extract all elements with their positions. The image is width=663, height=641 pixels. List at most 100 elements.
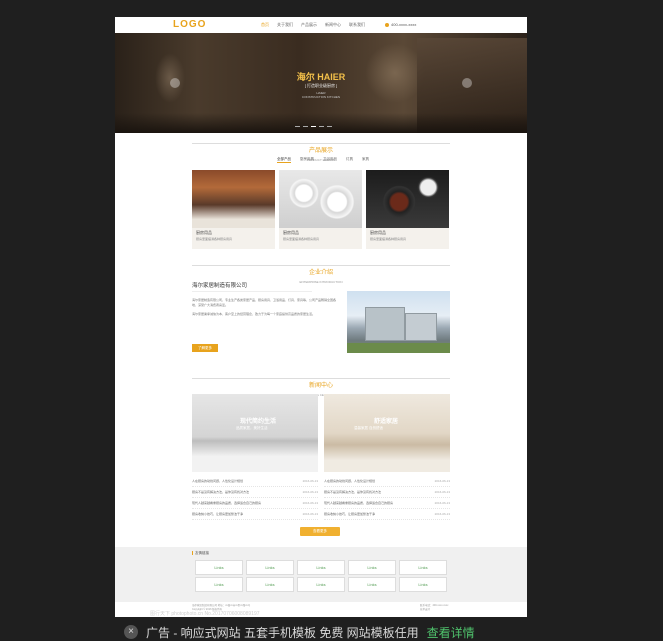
product-image <box>279 170 362 228</box>
news-item[interactable]: 人在厨房的动线问题，人性化设计规划 2016-06-13 <box>192 476 318 487</box>
friend-link[interactable]: Links <box>348 577 396 592</box>
about-title: 企业介绍 <box>304 267 337 276</box>
friend-link[interactable]: Links <box>195 577 243 592</box>
hero-dot[interactable] <box>319 126 324 127</box>
news-item-title[interactable]: 人在厨房的动线问题，人性化设计规划 <box>192 476 243 486</box>
hero-pagination <box>295 126 332 127</box>
divider <box>192 378 450 379</box>
news-list-right: 人在厨房的动线问题，人性化设计规划 2016-06-13 厨房不是没有解决方法，是… <box>324 476 450 520</box>
product-card[interactable]: 厨房用品 厨房里面摆满各种厨房用具 <box>366 170 449 249</box>
tab-all[interactable]: 全部产品 <box>277 157 291 163</box>
hero-dot[interactable] <box>303 126 308 127</box>
product-card[interactable]: 厨房用品 厨房里面摆满各种厨房用具 <box>192 170 275 249</box>
product-title: 厨房用品 <box>370 230 386 235</box>
news-item-title[interactable]: 厨房不是没有解决方法，是你没有找对方法 <box>324 487 381 497</box>
divider <box>192 265 450 266</box>
news-item-title[interactable]: 人在厨房的动线问题，人性化设计规划 <box>324 476 375 486</box>
tab-bath[interactable]: 卫浴用品 <box>323 157 337 163</box>
nav-item-home[interactable]: 首页 <box>261 22 269 28</box>
friend-links-section: 友情链接 Links Links Links Links Links Links… <box>115 547 527 602</box>
footer-support: 技术支持 <box>420 608 431 611</box>
news-image-caption: 舒适家居 <box>374 419 399 425</box>
friend-link[interactable]: Links <box>348 560 396 575</box>
friend-links-title: 友情链接 <box>195 551 209 555</box>
nav-item-contact[interactable]: 联系我们 <box>349 22 365 28</box>
news-item-date: 2016-06-13 <box>302 512 318 516</box>
nav-item-about[interactable]: 关于我们 <box>277 22 293 28</box>
news-item[interactable]: 厨房不是没有解决方法，是你没有找对方法 2016-06-13 <box>324 487 450 498</box>
tab-kitchen[interactable]: 厨房用具 <box>300 157 314 163</box>
ad-text: 广告 - 响应式网站 五套手机模板 免费 网站模板任用 <box>146 625 419 640</box>
product-title: 厨房用品 <box>283 230 299 235</box>
news-item-date: 2016-06-13 <box>434 501 450 505</box>
news-item[interactable]: 人在厨房的动线问题，人性化设计规划 2016-06-13 <box>324 476 450 487</box>
news-item-date: 2016-06-13 <box>434 512 450 516</box>
friend-link[interactable]: Links <box>246 577 294 592</box>
site-logo[interactable]: LOGO <box>173 19 206 30</box>
phone-number: 400-xxxx-xxxx <box>391 22 417 27</box>
ad-details-link[interactable]: 查看详情 <box>427 624 475 641</box>
news-item[interactable]: 厨房收纳小技巧，让厨房更加整洁干净 2016-06-13 <box>324 509 450 520</box>
news-item-date: 2016-06-13 <box>434 490 450 494</box>
site-header: LOGO 首页 关于我们 产品展示 新闻中心 联系我们 400-xxxx-xxx… <box>115 17 527 33</box>
divider <box>192 291 312 292</box>
hero-floor <box>115 113 527 133</box>
product-tabs: 全部产品 厨房用具 卫浴用品 灯具 家具 <box>277 157 369 163</box>
nav-item-news[interactable]: 新闻中心 <box>325 22 341 28</box>
news-image-subcaption: 品质家居，美好生活 <box>236 426 268 430</box>
news-item-date: 2016-06-13 <box>434 479 450 483</box>
friend-link[interactable]: Links <box>195 560 243 575</box>
news-item-date: 2016-06-13 <box>302 501 318 505</box>
friend-link[interactable]: Links <box>399 560 447 575</box>
news-item-date: 2016-06-13 <box>302 490 318 494</box>
product-desc: 厨房里面摆满各种厨房用具 <box>283 237 320 241</box>
news-more-button[interactable]: 查看更多 <box>300 527 340 536</box>
news-item[interactable]: 现代人越来越看重厨房的品质，选择适合自己的厨房 2016-06-13 <box>192 498 318 509</box>
product-image <box>192 170 275 228</box>
news-image-subcaption: 温馨家居 自然舒适 <box>354 426 383 430</box>
tab-lamps[interactable]: 灯具 <box>346 157 353 163</box>
nav-item-products[interactable]: 产品展示 <box>301 22 317 28</box>
news-image[interactable]: 舒适家居 温馨家居 自然舒适 <box>324 394 450 472</box>
product-image <box>366 170 449 228</box>
news-title: 新闻中心 <box>304 380 337 389</box>
ad-bar: × 广告 - 响应式网站 五套手机模板 免费 网站模板任用 查看详情 <box>124 624 475 640</box>
product-desc: 厨房里面摆满各种厨房用具 <box>196 237 233 241</box>
products-title: 产品展示 <box>304 145 337 154</box>
company-building-image <box>347 291 450 353</box>
friend-link[interactable]: Links <box>246 560 294 575</box>
news-image-caption: 现代简约生活 <box>240 419 277 425</box>
news-item-title[interactable]: 现代人越来越看重厨房的品质，选择适合自己的厨房 <box>192 498 261 508</box>
about-para: 海尔家居秉承诚信为本、客户至上的经营理念，致力于为每一个家庭提供高品质的家居生活… <box>192 312 316 316</box>
product-card[interactable]: 厨房用品 厨房里面摆满各种厨房用具 <box>279 170 362 249</box>
friend-links-heading: 友情链接 <box>192 551 209 556</box>
product-desc: 厨房里面摆满各种厨房用具 <box>370 237 407 241</box>
news-item-title[interactable]: 现代人越来越看重厨房的品质，选择适合自己的厨房 <box>324 498 393 508</box>
hero-dot[interactable] <box>327 126 332 127</box>
news-item[interactable]: 现代人越来越看重厨房的品质，选择适合自己的厨房 2016-06-13 <box>324 498 450 509</box>
friend-link[interactable]: Links <box>297 577 345 592</box>
news-item-title[interactable]: 厨房收纳小技巧，让厨房更加整洁干净 <box>192 509 243 519</box>
friend-link[interactable]: Links <box>399 577 447 592</box>
news-item[interactable]: 厨房不是没有解决方法，是你没有找对方法 2016-06-13 <box>192 487 318 498</box>
about-para: 海尔家居制造有限公司，专业生产各类家居产品，厨房用具、卫浴用品、灯具、家具等，公… <box>192 298 337 307</box>
hero-dot[interactable] <box>295 126 300 127</box>
website-preview: LOGO 首页 关于我们 产品展示 新闻中心 联系我们 400-xxxx-xxx… <box>115 17 527 617</box>
about-more-button[interactable]: 了解更多 <box>192 344 218 352</box>
news-item-title[interactable]: 厨房收纳小技巧，让厨房更加整洁干净 <box>324 509 375 519</box>
news-item[interactable]: 厨房收纳小技巧，让厨房更加整洁干净 2016-06-13 <box>192 509 318 520</box>
hero-dot[interactable] <box>311 126 316 127</box>
tab-furniture[interactable]: 家具 <box>362 157 369 163</box>
heading-marker <box>192 551 193 556</box>
news-image[interactable]: 现代简约生活 品质家居，美好生活 <box>192 394 318 472</box>
company-name: 海尔家居制造有限公司 <box>192 283 248 289</box>
building-block <box>365 307 405 341</box>
hero-small-2: CONSTRUCTION KITCHEN <box>301 95 341 99</box>
footer-right: 联系电话：400-xxxx-xxxx 技术支持 <box>420 604 448 612</box>
news-list-left: 人在厨房的动线问题，人性化设计规划 2016-06-13 厨房不是没有解决方法，是… <box>192 476 318 520</box>
hero-banner: 海尔 HAIER [ 打造职业级厨房 ] HAIER CONSTRUCTION K… <box>115 33 527 133</box>
news-item-title[interactable]: 厨房不是没有解决方法，是你没有找对方法 <box>192 487 249 497</box>
main-nav: 首页 关于我们 产品展示 新闻中心 联系我们 <box>261 22 365 28</box>
phone-icon <box>385 22 389 27</box>
friend-link[interactable]: Links <box>297 560 345 575</box>
